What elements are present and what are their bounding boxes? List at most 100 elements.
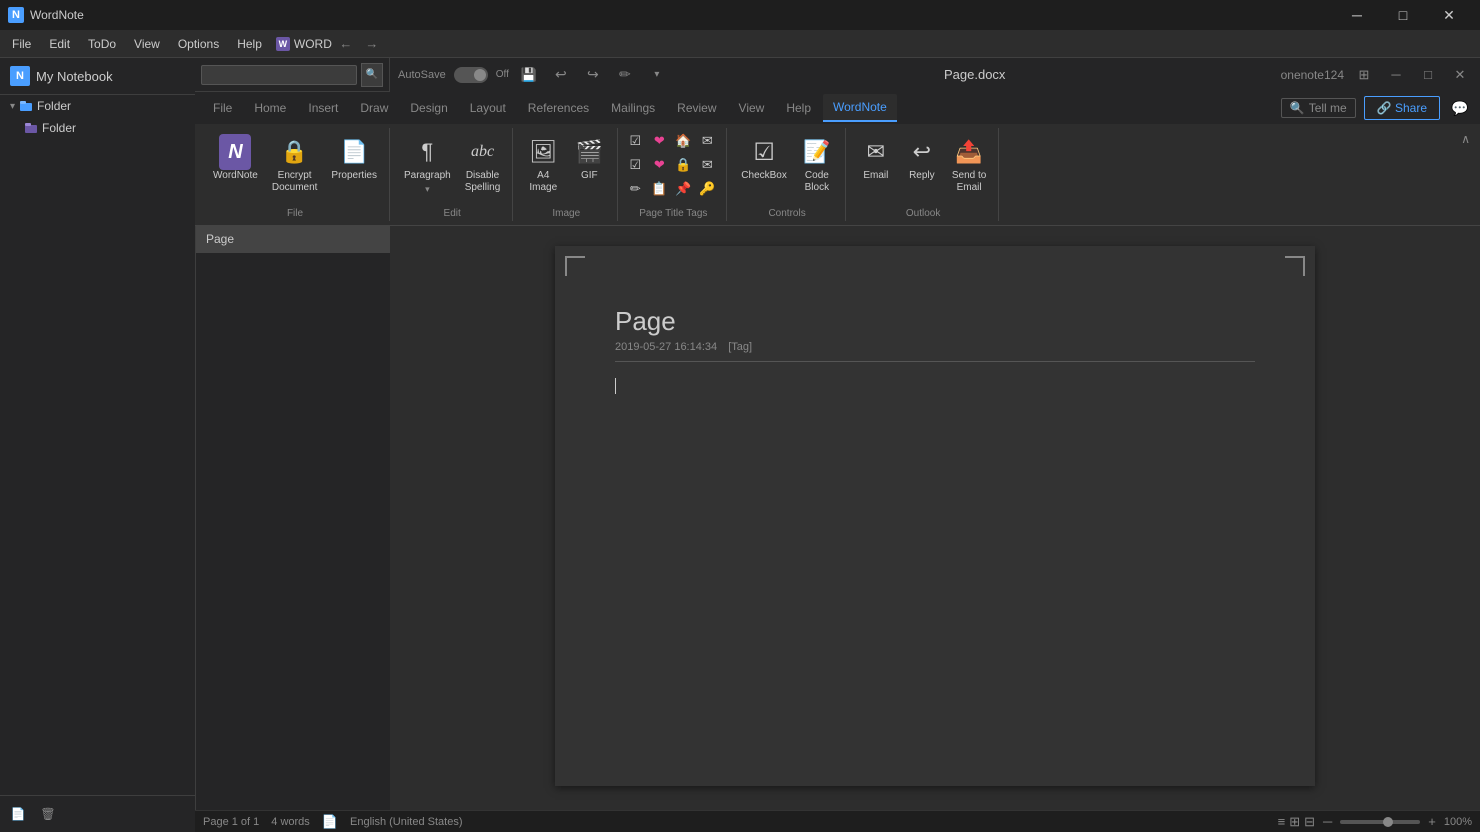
gif-button[interactable]: 🎬 GIF [567, 132, 611, 186]
document-mode-icon[interactable]: 📄 [322, 814, 338, 830]
encrypt-icon: 🔒 [279, 136, 311, 168]
tab-mailings[interactable]: Mailings [601, 95, 665, 121]
new-page-button[interactable]: 📄 [6, 802, 30, 826]
view-normal-button[interactable]: ≡ [1278, 814, 1286, 829]
sidebar-folder-1[interactable]: ▾ Folder [0, 95, 195, 117]
delete-button[interactable]: 🗑 [36, 802, 60, 826]
menu-help[interactable]: Help [229, 33, 270, 55]
search-tell-icon: 🔍 [1290, 101, 1305, 115]
tab-help[interactable]: Help [776, 95, 821, 121]
tab-insert[interactable]: Insert [298, 95, 348, 121]
tag-edit[interactable]: ✏ [626, 180, 644, 198]
save-button[interactable]: 💾 [517, 63, 541, 87]
page-info: Page 1 of 1 [203, 816, 259, 828]
tag-lock[interactable]: 🔒 [674, 156, 692, 174]
ribbon-content: N WordNote 🔒 Encrypt Document 📄 Properti… [195, 124, 1480, 225]
sidebar-bottom: 📄 🗑 [0, 795, 195, 832]
a4-image-icon: 🖼 [527, 136, 559, 168]
wordnote-icon: N [219, 136, 251, 168]
autosave-toggle[interactable] [454, 67, 488, 83]
checkbox-button[interactable]: ☑ CheckBox [735, 132, 793, 186]
tab-file[interactable]: File [203, 95, 242, 121]
menu-todo[interactable]: ToDo [80, 33, 124, 55]
pen-button[interactable]: ✏ [613, 63, 637, 87]
tab-draw[interactable]: Draw [350, 95, 398, 121]
tab-references[interactable]: References [518, 95, 599, 121]
zoom-plus-button[interactable]: + [1424, 814, 1440, 829]
nav-back-button[interactable]: ← [334, 32, 358, 56]
email-button[interactable]: ✉ Email [854, 132, 898, 186]
tag-checkbox-1[interactable]: ☑ [626, 132, 644, 150]
reply-button[interactable]: ↩ Reply [900, 132, 944, 186]
encrypt-document-button[interactable]: 🔒 Encrypt Document [266, 132, 324, 198]
disable-spelling-icon: abc [467, 136, 499, 168]
comment-button[interactable]: 💬 [1448, 96, 1472, 120]
wordnote-button[interactable]: N WordNote [207, 132, 264, 186]
tag-key[interactable]: 🔑 [698, 180, 716, 198]
document-area[interactable]: Page 2019-05-27 16:14:34 [Tag] [390, 226, 1480, 810]
search-input[interactable] [201, 65, 357, 85]
tag-pin[interactable]: 📌 [674, 180, 692, 198]
redo-button[interactable]: ↪ [581, 63, 605, 87]
properties-button[interactable]: 📄 Properties [325, 132, 383, 186]
header-close[interactable]: ✕ [1448, 63, 1472, 87]
search-button[interactable]: 🔍 [361, 63, 383, 87]
menu-file[interactable]: File [4, 33, 39, 55]
reply-label: Reply [909, 170, 935, 182]
tab-review[interactable]: Review [667, 95, 726, 121]
page-date-text: 2019-05-27 16:14:34 [615, 341, 717, 353]
code-block-icon: 📝 [801, 136, 833, 168]
close-button[interactable]: ✕ [1426, 0, 1472, 30]
search-tell-bar[interactable]: 🔍 Tell me [1281, 98, 1356, 118]
tag-mail-2[interactable]: ✉ [698, 156, 716, 174]
header-minimize[interactable]: ─ [1384, 63, 1408, 87]
username: onenote124 [1281, 68, 1344, 82]
tab-view[interactable]: View [729, 95, 775, 121]
paragraph-button[interactable]: ¶ Paragraph ▾ [398, 132, 457, 199]
send-to-email-button[interactable]: 📤 Send to Email [946, 132, 992, 198]
zoom-slider[interactable] [1340, 820, 1420, 824]
header-maximize[interactable]: □ [1416, 63, 1440, 87]
app-title: WordNote [30, 8, 1328, 22]
folder-icon [19, 99, 33, 113]
menu-options[interactable]: Options [170, 33, 227, 55]
tag-clipboard[interactable]: 📋 [650, 180, 668, 198]
menu-edit[interactable]: Edit [41, 33, 78, 55]
tab-wordnote[interactable]: WordNote [823, 94, 897, 122]
app-icon: N [8, 7, 24, 23]
tag-home[interactable]: 🏠 [674, 132, 692, 150]
tab-layout[interactable]: Layout [460, 95, 516, 121]
view-grid-button[interactable]: ⊞ [1289, 814, 1300, 830]
tab-design[interactable]: Design [400, 95, 457, 121]
a4-image-label: A4 Image [529, 170, 557, 194]
ribbon-collapse-button[interactable]: ∧ [1457, 128, 1474, 150]
tag-checkbox-2[interactable]: ☑ [626, 156, 644, 174]
tag-heart[interactable]: ❤ [650, 132, 668, 150]
code-block-button[interactable]: 📝 Code Block [795, 132, 839, 198]
disable-spelling-button[interactable]: abc Disable Spelling [459, 132, 507, 198]
grid-icon[interactable]: ⊞ [1352, 63, 1376, 87]
share-button[interactable]: 🔗 Share [1364, 96, 1440, 120]
zoom-minus-button[interactable]: ─ [1319, 814, 1336, 829]
wordnote-label: WordNote [213, 170, 258, 182]
tag-mail-1[interactable]: ✉ [698, 132, 716, 150]
sidebar-folder-2[interactable]: Folder [0, 117, 195, 139]
word-label: WORD [294, 37, 332, 51]
a4-image-button[interactable]: 🖼 A4 Image [521, 132, 565, 198]
page-content[interactable] [615, 378, 1255, 578]
page-item[interactable]: Page [196, 226, 390, 253]
minimize-button[interactable]: ─ [1334, 0, 1380, 30]
maximize-button[interactable]: □ [1380, 0, 1426, 30]
tab-home[interactable]: Home [244, 95, 296, 121]
undo-button[interactable]: ↩ [549, 63, 573, 87]
folder-label-2: Folder [42, 121, 76, 135]
dropdown-button[interactable]: ▾ [645, 63, 669, 87]
gif-icon: 🎬 [573, 136, 605, 168]
tag-heart-2[interactable]: ❤ [650, 156, 668, 174]
ribbon-group-outlook-content: ✉ Email ↩ Reply 📤 Send to Email [854, 128, 992, 206]
menu-view[interactable]: View [126, 33, 168, 55]
page-title: Page [615, 306, 1255, 337]
view-split-button[interactable]: ⊟ [1304, 814, 1315, 830]
ribbon-group-file: N WordNote 🔒 Encrypt Document 📄 Properti… [201, 128, 390, 221]
nav-forward-button[interactable]: → [360, 32, 384, 56]
